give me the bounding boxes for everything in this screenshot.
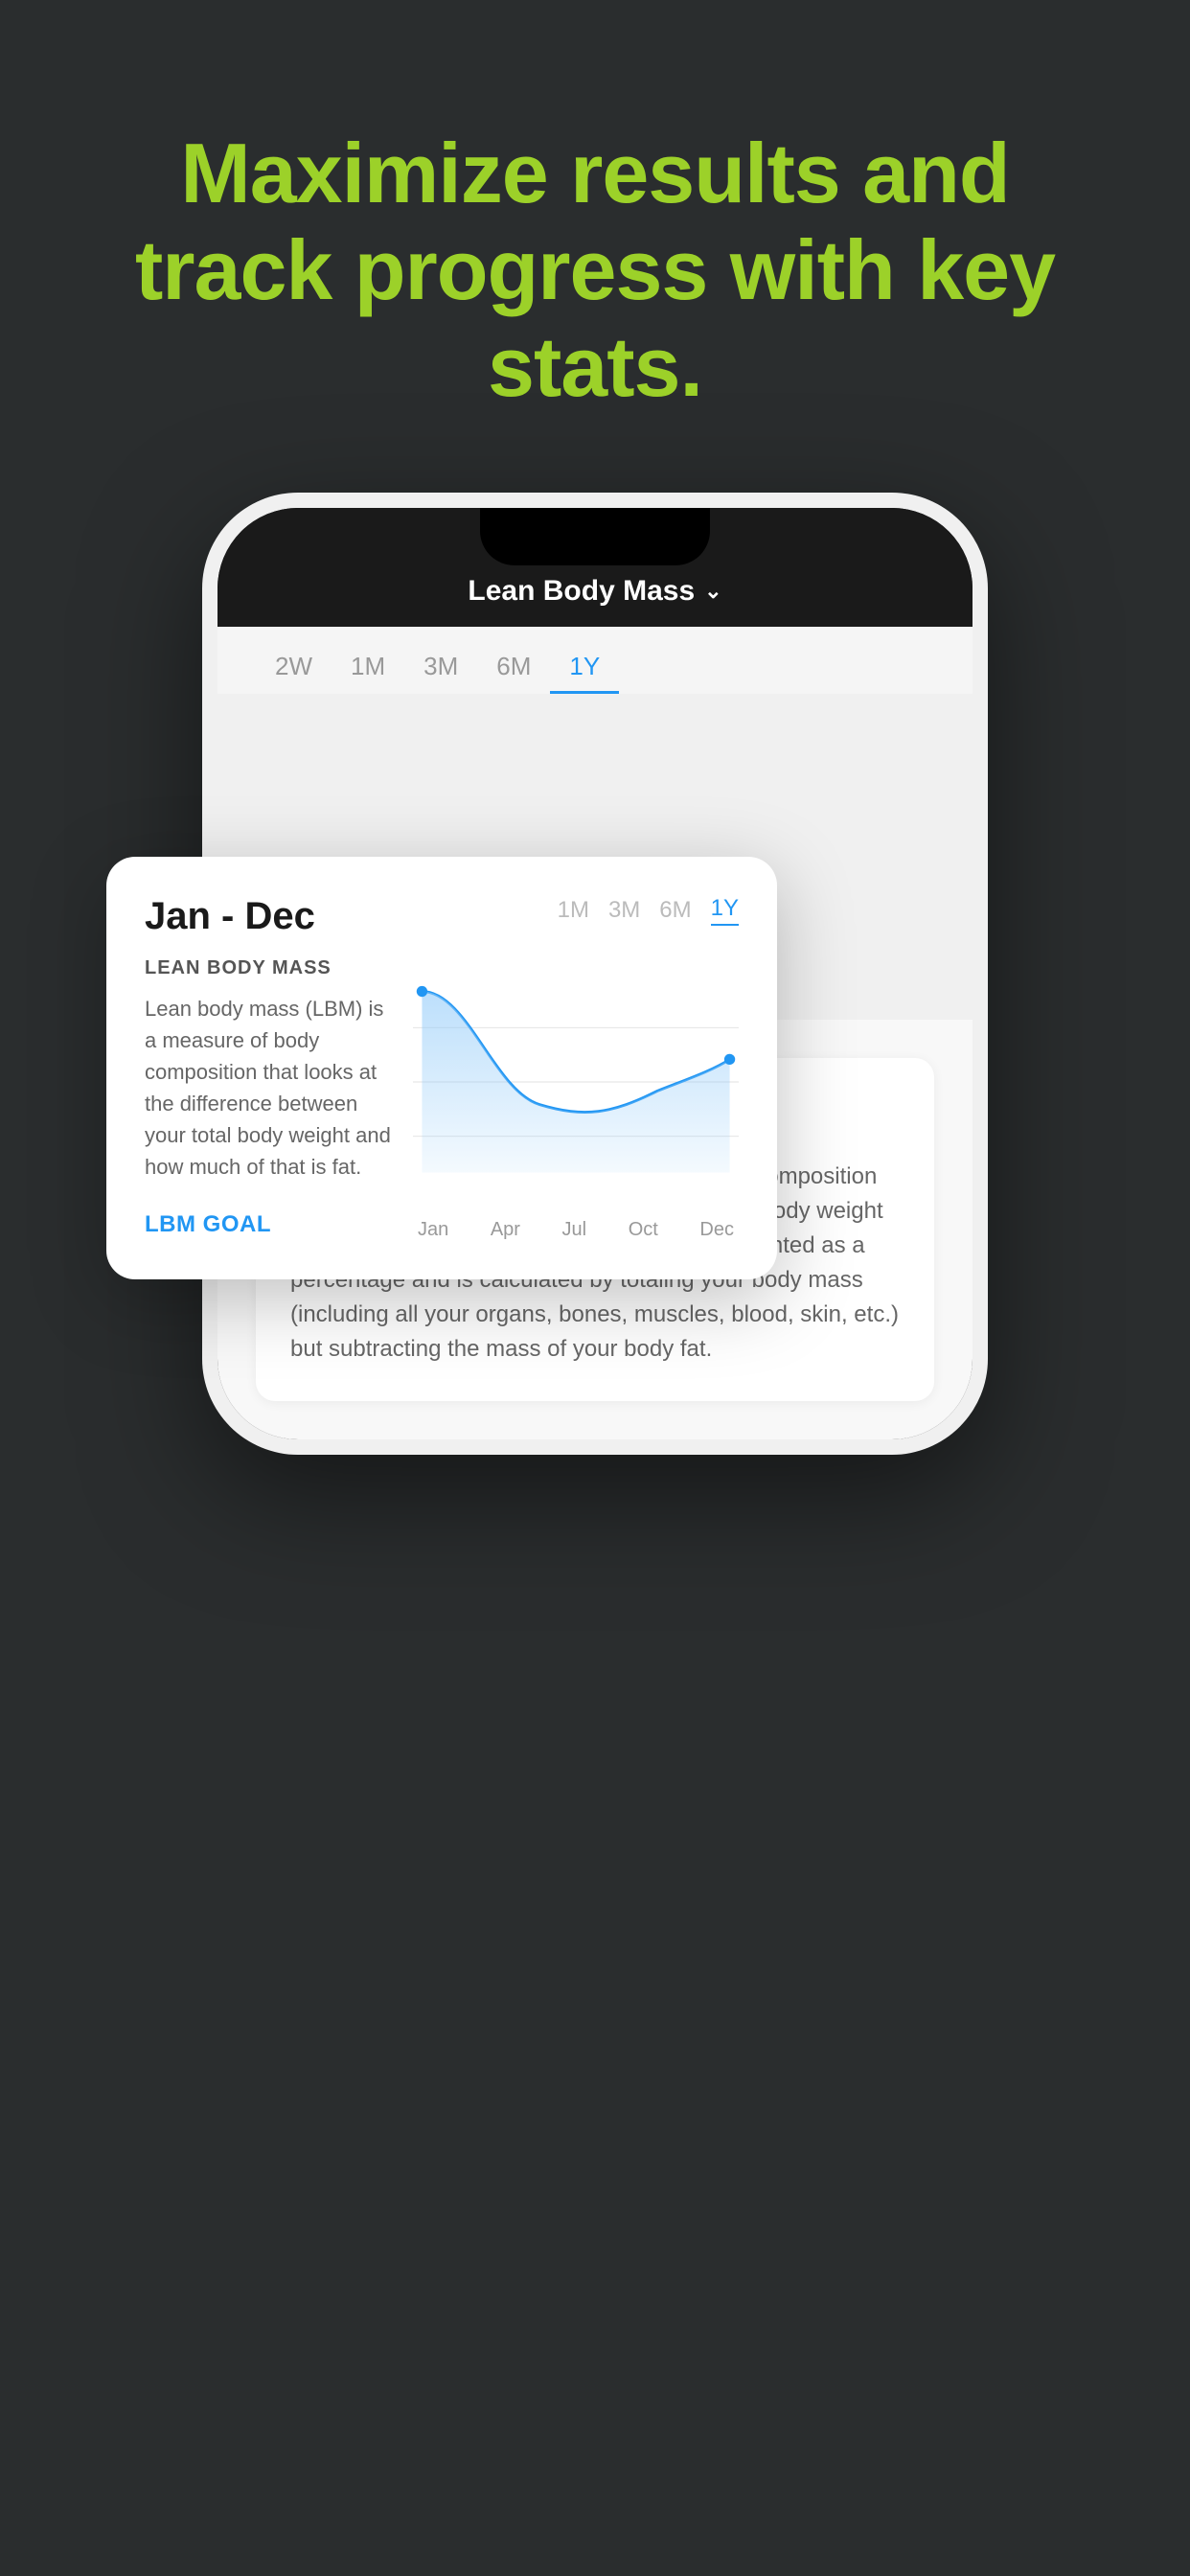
chart-label-jul: Jul [562,1219,587,1241]
phone-tab-bar: 2W 1M 3M 6M 1Y [217,627,973,694]
chart-label-oct: Oct [629,1219,658,1241]
chart-label-apr: Apr [491,1219,520,1241]
card-tabs: 1M 3M 6M 1Y [558,895,739,926]
floating-info-card: Jan - Dec 1M 3M 6M 1Y LEAN BODY MASS Lea… [106,857,777,1279]
phone-mockup: Lean Body Mass ⌄ 2W 1M 3M 6M 1Y [202,493,988,1455]
tab-6m[interactable]: 6M [477,642,550,694]
chart-x-labels: Jan Apr Jul Oct Dec [413,1219,739,1241]
card-section-title: LEAN BODY MASS [145,957,394,979]
lbm-goal-link[interactable]: LBM GOAL [145,1211,394,1238]
lean-body-mass-chart [413,957,739,1207]
card-tab-3m[interactable]: 3M [608,897,640,924]
screen-title: Lean Body Mass ⌄ [468,575,721,608]
card-header: Jan - Dec 1M 3M 6M 1Y [145,895,739,938]
card-tab-6m[interactable]: 6M [659,897,691,924]
tab-2w[interactable]: 2W [256,642,332,694]
screen-title-text: Lean Body Mass [468,575,695,608]
card-tab-1y[interactable]: 1Y [711,895,739,926]
card-tab-1m[interactable]: 1M [558,897,589,924]
chart-label-jan: Jan [418,1219,448,1241]
card-date-range: Jan - Dec [145,895,315,938]
chevron-down-icon: ⌄ [704,579,721,604]
tab-3m[interactable]: 3M [404,642,477,694]
tab-1m[interactable]: 1M [332,642,404,694]
card-description: Lean body mass (LBM) is a measure of bod… [145,993,394,1183]
phone-notch [480,508,710,565]
chart-label-dec: Dec [699,1219,734,1241]
tab-1y[interactable]: 1Y [550,642,619,694]
page-headline: Maximize results and track progress with… [0,0,1190,473]
